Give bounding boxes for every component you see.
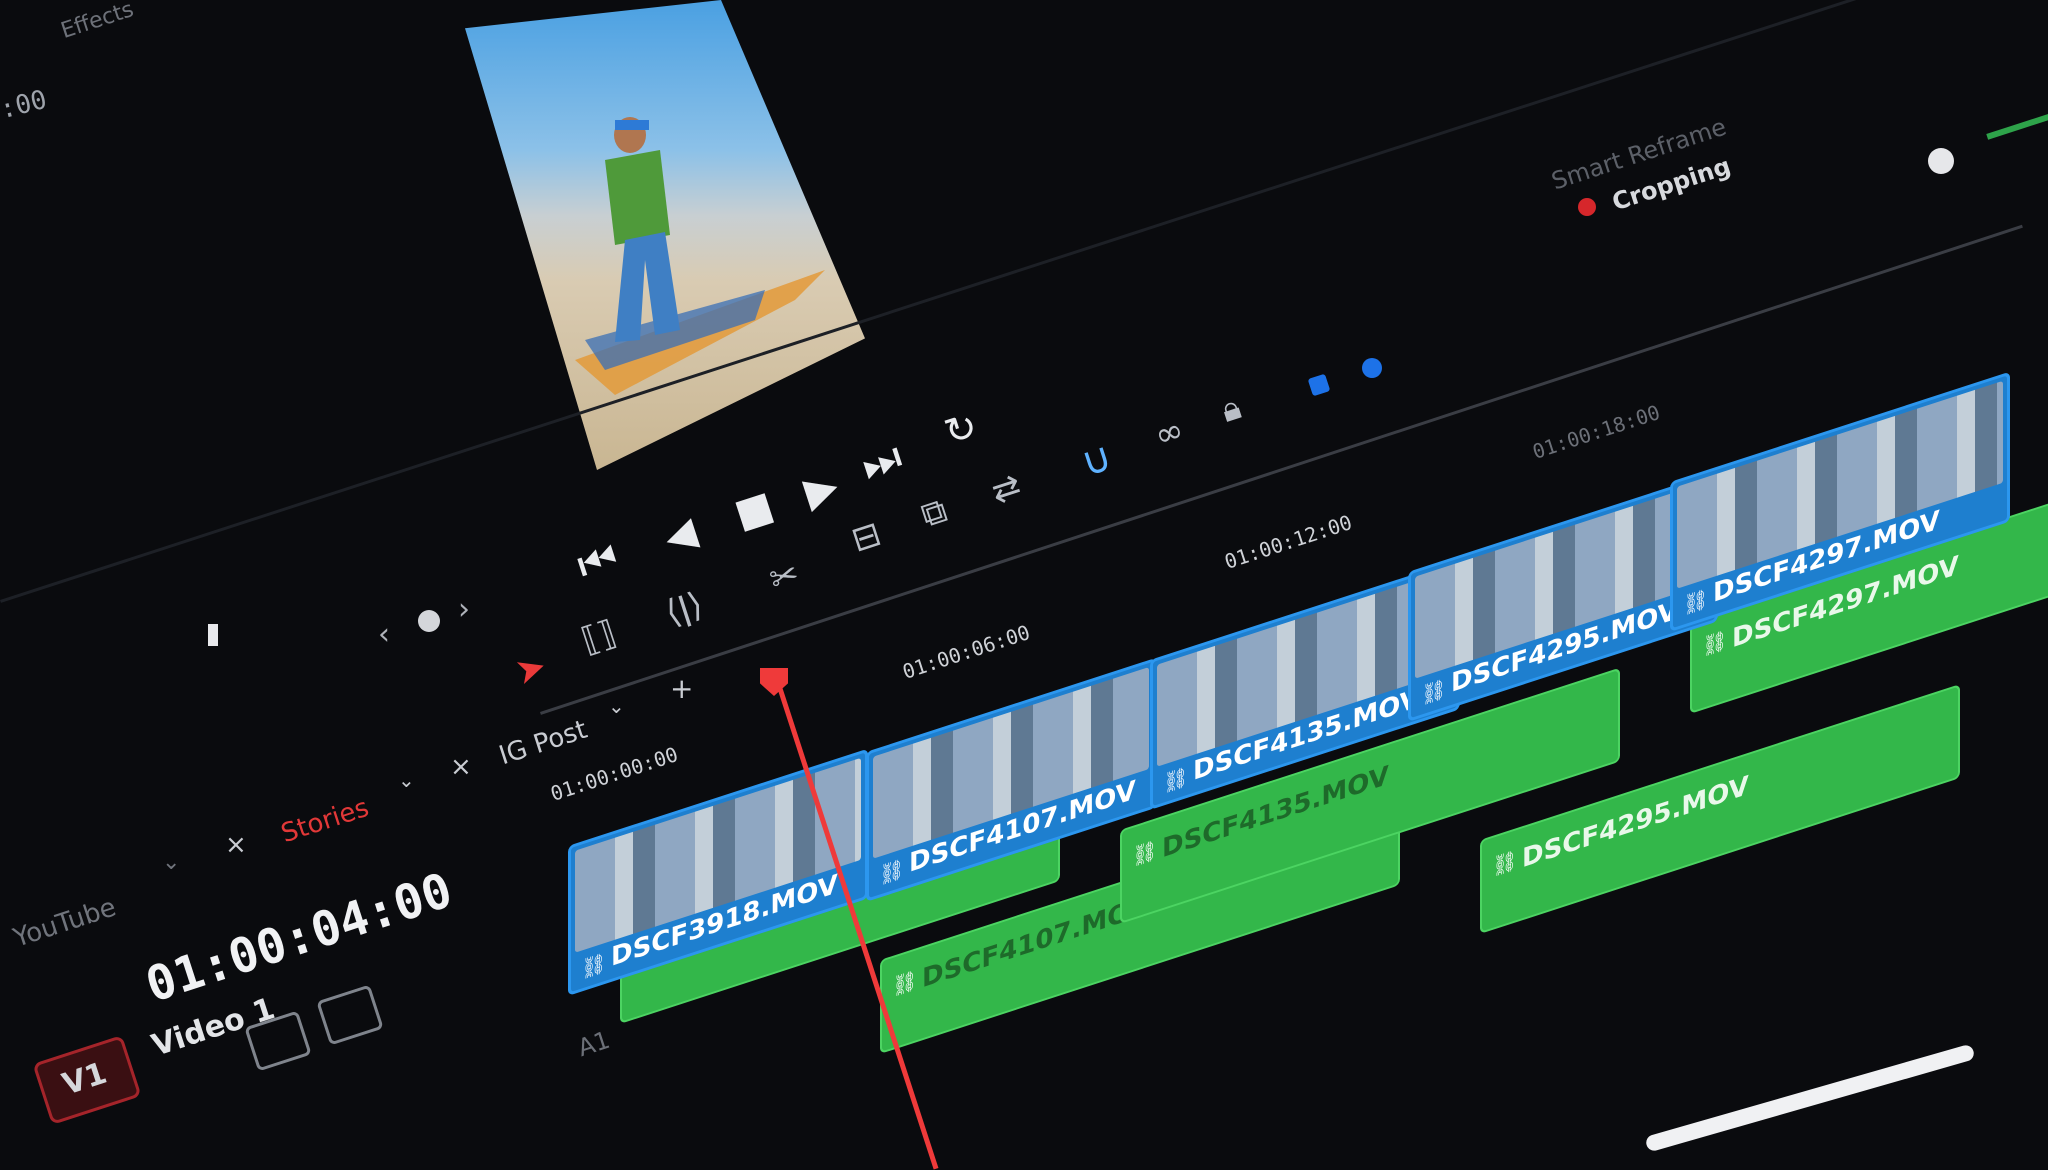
video-track-badge[interactable]: V1 — [32, 1035, 142, 1125]
linked-selection-icon[interactable]: ∞ — [1150, 410, 1189, 457]
timeline-tab-stories[interactable]: Stories — [278, 793, 373, 849]
next-marker-icon[interactable]: › — [458, 595, 470, 625]
audio-clip-label: DSCF4295.MOV — [1522, 770, 1749, 875]
effects-label[interactable]: Effects — [58, 0, 137, 44]
trim-edit-icon[interactable]: ⟦⟧ — [577, 613, 621, 661]
track-monitor-icon[interactable] — [316, 984, 384, 1046]
editor-workspace: Effects :00 Smart Reframe Cropping ⏮ ◀ ■… — [0, 0, 2048, 1170]
dynamic-trim-icon[interactable]: ⟨ǀ⟩ — [661, 584, 708, 633]
jog-dot-icon[interactable] — [418, 610, 440, 632]
link-icon: ⛓ — [1132, 836, 1158, 870]
current-timecode: 01:00:04:00 — [139, 862, 459, 1014]
marker-blue-icon[interactable] — [1362, 358, 1382, 378]
add-timeline-icon[interactable]: + — [670, 672, 693, 705]
selection-arrow-icon[interactable]: ➤ — [510, 645, 551, 693]
stories-dropdown-icon[interactable]: ⌄ — [398, 768, 415, 792]
skip-to-end-icon[interactable]: ⏭ — [855, 431, 908, 492]
cropping-dot-icon — [1578, 198, 1596, 216]
overwrite-clip-icon[interactable]: ⧉ — [916, 490, 951, 536]
link-icon: ⛓ — [1421, 675, 1447, 708]
viewer-preview-image — [465, 0, 865, 470]
timeline-tab-youtube[interactable]: YouTube — [10, 892, 120, 953]
link-icon: ⛓ — [879, 855, 905, 888]
audio-track-badge[interactable]: A1 — [574, 1026, 613, 1062]
link-icon: ⛓ — [1702, 626, 1728, 660]
flag-blue-icon[interactable] — [1307, 373, 1331, 397]
link-icon: ⛓ — [581, 949, 607, 982]
insert-clip-icon[interactable]: ⊟ — [847, 514, 886, 561]
timeline-scrollbar[interactable] — [1644, 1043, 1976, 1153]
snapping-magnet-icon[interactable]: ∪ — [1076, 434, 1118, 487]
video-track-badge-label: V1 — [58, 1055, 112, 1103]
ruler-mark-2: 01:00:12:00 — [1221, 510, 1355, 574]
ruler-mark-1: 01:00:06:00 — [899, 620, 1033, 684]
timeline-tab-dropdown-icon[interactable]: ⌄ — [608, 694, 625, 718]
previous-marker-icon[interactable]: ‹ — [378, 620, 390, 650]
close-stories-icon[interactable]: × — [225, 830, 247, 860]
close-timeline-icon[interactable]: × — [450, 752, 472, 782]
blade-icon[interactable]: ✂ — [765, 554, 804, 601]
inspector-status-bar — [1986, 106, 2048, 140]
play-icon[interactable]: ▶ — [798, 460, 844, 517]
jog-slider-handle[interactable] — [208, 624, 218, 646]
position-lock-icon[interactable]: 🔒︎ — [1216, 387, 1246, 431]
link-icon: ⛓ — [1683, 585, 1709, 618]
link-icon: ⛓ — [1492, 846, 1518, 880]
link-icon: ⛓ — [1163, 763, 1189, 796]
ruler-mark-0: 01:00:00:00 — [547, 742, 681, 806]
replace-clip-icon[interactable]: ⇄ — [987, 466, 1026, 513]
viewer-timecode: :00 — [0, 84, 50, 126]
play-reverse-icon[interactable]: ◀ — [659, 508, 702, 561]
skip-to-start-icon[interactable]: ⏮ — [571, 531, 624, 592]
inspector-toggle-icon[interactable] — [1928, 148, 1954, 174]
loop-icon[interactable]: ↻ — [939, 403, 983, 455]
youtube-dropdown-icon[interactable]: ⌄ — [162, 850, 180, 875]
link-icon: ⛓ — [892, 966, 918, 1000]
stop-icon[interactable]: ■ — [729, 482, 779, 537]
timeline-tab-ig-post[interactable]: IG Post — [496, 715, 591, 771]
ruler-mark-3: 01:00:18:00 — [1529, 400, 1663, 464]
